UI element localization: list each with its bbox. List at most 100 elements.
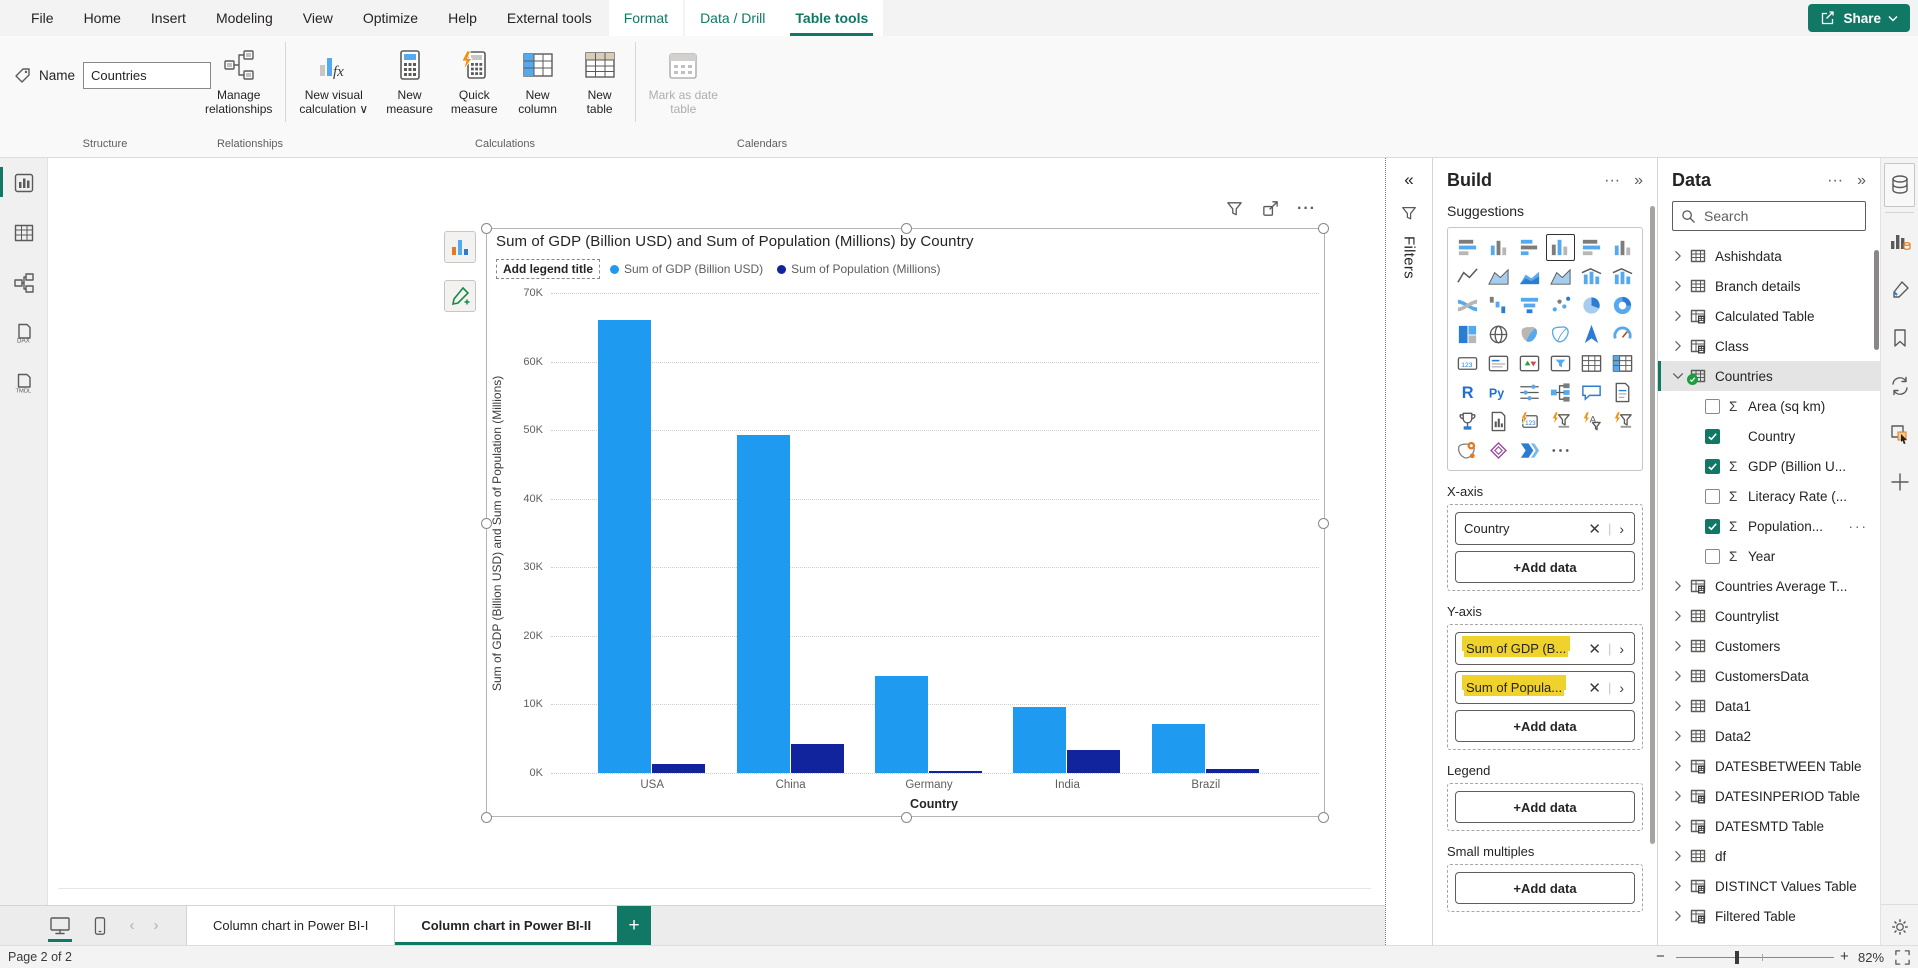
donut-chart-icon[interactable] (1608, 292, 1637, 319)
stacked-column-chart-icon[interactable] (1484, 234, 1513, 261)
table-row-datesinperiod-table[interactable]: DATESINPERIOD Table (1658, 781, 1880, 811)
treemap-icon[interactable] (1453, 321, 1482, 348)
more-options-icon[interactable]: ··· (1297, 200, 1316, 218)
field-checkbox[interactable] (1705, 549, 1720, 564)
chevron-right-icon[interactable] (1671, 879, 1690, 893)
resize-handle[interactable] (481, 518, 492, 529)
filters-funnel-icon[interactable] (1400, 204, 1418, 222)
chevron-right-icon[interactable] (1671, 819, 1690, 833)
bar-population-usa[interactable] (652, 764, 705, 773)
remove-field-icon[interactable]: ✕ (1581, 640, 1608, 658)
r-script-visual-icon[interactable]: R (1453, 379, 1482, 406)
build-visual-icon[interactable] (1881, 218, 1918, 266)
bar-gdp-brazil[interactable] (1152, 724, 1205, 773)
chevron-right-icon[interactable] (1671, 279, 1690, 293)
bar-gdp-germany[interactable] (875, 676, 928, 773)
focus-mode-icon[interactable] (1261, 199, 1280, 218)
table-row-countrylist[interactable]: Countrylist (1658, 601, 1880, 631)
expand-filters-icon[interactable]: « (1404, 170, 1413, 190)
stacked-area-chart-icon[interactable] (1515, 263, 1544, 290)
kpi-icon[interactable] (1515, 350, 1544, 377)
chevron-right-icon[interactable] (1671, 669, 1690, 683)
chevron-right-icon[interactable] (1671, 729, 1690, 743)
on-object-format-pen-button[interactable] (444, 280, 476, 312)
remove-field-icon[interactable]: ✕ (1581, 679, 1608, 697)
zoom-slider-thumb[interactable] (1735, 951, 1739, 964)
settings-gear-icon[interactable] (1881, 904, 1918, 937)
x-axis-add-data-button[interactable]: +Add data (1455, 551, 1635, 583)
data-pane-scrollbar[interactable] (1874, 250, 1879, 350)
small-multiples-add-data-button[interactable]: +Add data (1455, 872, 1635, 904)
y-axis-add-data-button[interactable]: +Add data (1455, 710, 1635, 742)
shape-map-icon[interactable] (1546, 321, 1575, 348)
map-icon[interactable] (1484, 321, 1513, 348)
menu-item-table-tools[interactable]: Table tools (780, 0, 883, 36)
sync-visuals-icon[interactable] (1881, 362, 1918, 410)
field-more-options-icon[interactable]: ··· (1849, 519, 1869, 534)
menu-item-optimize[interactable]: Optimize (348, 0, 433, 36)
report-view[interactable] (0, 158, 48, 208)
page-tab-column-chart-in-power-bi-i[interactable]: Column chart in Power BI-I (186, 906, 394, 945)
line-and-clustered-column-chart-icon[interactable] (1608, 263, 1637, 290)
field-options-icon[interactable]: › (1611, 680, 1626, 696)
menu-item-home[interactable]: Home (69, 0, 136, 36)
table-row-datesmtd-table[interactable]: DATESMTD Table (1658, 811, 1880, 841)
field-row-area-sq-km-[interactable]: ΣArea (sq km) (1658, 391, 1880, 421)
desktop-view-icon[interactable] (40, 906, 80, 945)
gauge-icon[interactable] (1608, 321, 1637, 348)
table-row-countries[interactable]: Countries (1658, 361, 1880, 391)
bar-gdp-india[interactable] (1013, 707, 1066, 773)
menu-item-file[interactable]: File (16, 0, 69, 36)
search-input[interactable] (1704, 208, 1880, 224)
manage-relationships-button[interactable]: Manage relationships (196, 36, 281, 140)
scatter-chart-icon[interactable] (1546, 292, 1575, 319)
quick-calculation-visual-icon[interactable]: 123 (1515, 408, 1544, 435)
field-options-icon[interactable]: › (1611, 521, 1626, 537)
table-row-calculated-table[interactable]: Calculated Table (1658, 301, 1880, 331)
field-checkbox[interactable] (1705, 429, 1720, 444)
field-row-population-[interactable]: ΣPopulation...··· (1658, 511, 1880, 541)
bar-population-china[interactable] (791, 744, 844, 773)
new-measure-button[interactable]: New measure (377, 36, 442, 140)
menu-item-external-tools[interactable]: External tools (492, 0, 607, 36)
filters-pane-title[interactable]: Filters (1401, 236, 1418, 279)
filled-map-icon[interactable] (1515, 321, 1544, 348)
zoom-in-button[interactable]: + (1840, 948, 1849, 965)
ribbon-chart-icon[interactable] (1453, 292, 1482, 319)
field-row-country[interactable]: Country (1658, 421, 1880, 451)
more-visuals-icon[interactable] (1546, 437, 1575, 464)
column-chart-visual[interactable]: ··· Sum of GDP (Billion USD) and Sum of … (486, 228, 1325, 817)
chevron-right-icon[interactable] (1671, 609, 1690, 623)
table-row-datesbetween-table[interactable]: DATESBETWEEN Table (1658, 751, 1880, 781)
search-box[interactable] (1672, 201, 1866, 231)
table-row-distinct-values-table[interactable]: DISTINCT Values Table (1658, 871, 1880, 901)
decomposition-tree-icon[interactable] (1546, 379, 1575, 406)
resize-handle[interactable] (1318, 518, 1329, 529)
menu-item-format[interactable]: Format (609, 0, 683, 36)
field-checkbox[interactable] (1705, 459, 1720, 474)
data-more-options-icon[interactable]: ··· (1827, 172, 1843, 190)
resize-handle[interactable] (481, 223, 492, 234)
build-more-options-icon[interactable]: ··· (1604, 172, 1620, 190)
python-visual-icon[interactable]: Py (1484, 379, 1513, 406)
table-row-ashishdata[interactable]: Ashishdata (1658, 241, 1880, 271)
report-canvas[interactable]: ··· Sum of GDP (Billion USD) and Sum of … (48, 158, 1385, 905)
chevron-right-icon[interactable] (1671, 849, 1690, 863)
table-row-data1[interactable]: Data1 (1658, 691, 1880, 721)
bookmarks-icon[interactable] (1881, 314, 1918, 362)
field-row-literacy-rate-[interactable]: ΣLiteracy Rate (... (1658, 481, 1880, 511)
chevron-right-icon[interactable] (1671, 579, 1690, 593)
filter-icon[interactable] (1225, 199, 1244, 218)
field-checkbox[interactable] (1705, 489, 1720, 504)
area-chart-icon[interactable] (1484, 263, 1513, 290)
table-icon[interactable] (1577, 350, 1606, 377)
clustered-column-chart-icon[interactable] (1546, 234, 1575, 261)
hundred-stacked-bar-chart-icon[interactable] (1577, 234, 1606, 261)
fit-to-page-icon[interactable] (1894, 949, 1911, 966)
selection-icon[interactable] (1881, 410, 1918, 458)
bar-population-germany[interactable] (929, 771, 982, 773)
power-automate-visual-icon[interactable] (1515, 437, 1544, 464)
quick-measure-button[interactable]: Quick measure (442, 36, 507, 140)
zoom-slider[interactable] (1676, 957, 1834, 958)
waterfall-chart-icon[interactable] (1484, 292, 1513, 319)
